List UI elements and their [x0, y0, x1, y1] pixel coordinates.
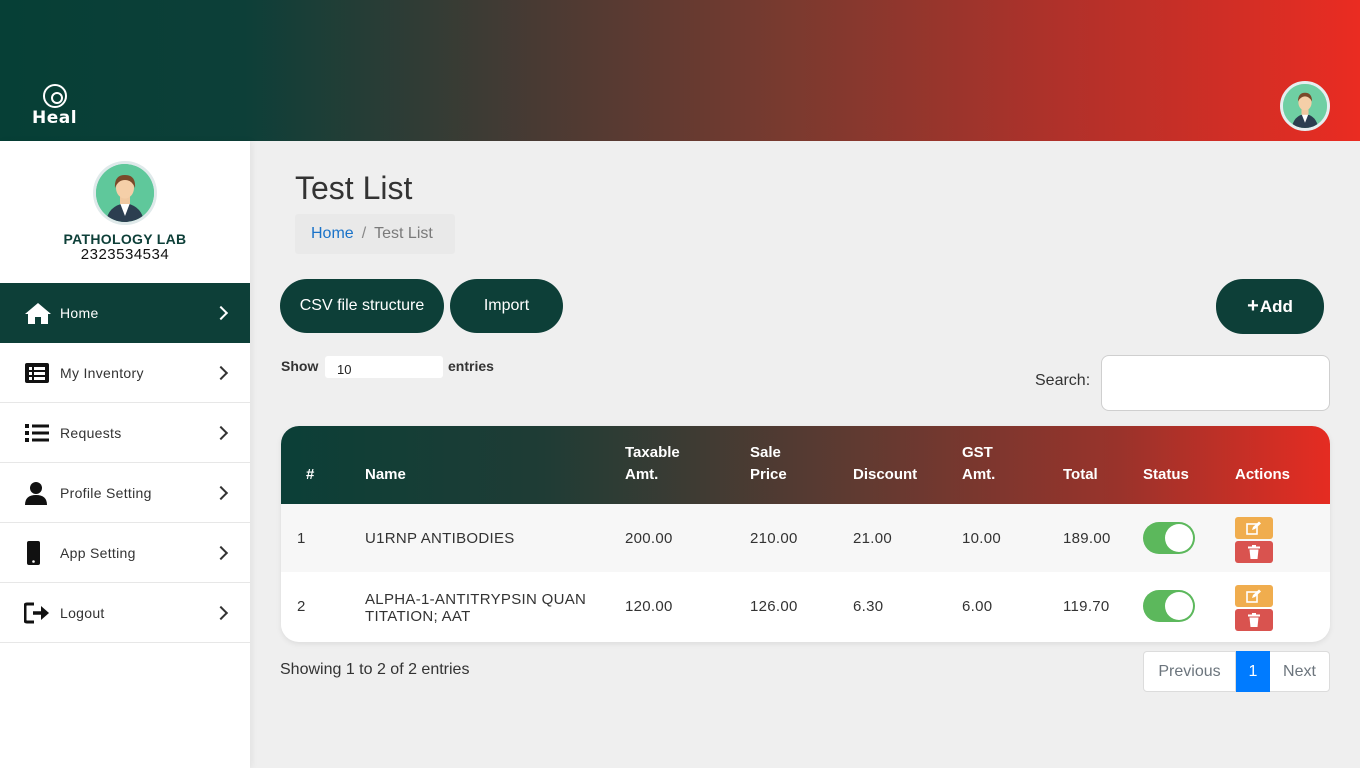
- breadcrumb-current: Test List: [374, 225, 433, 242]
- cell-gst: 6.00: [962, 598, 993, 615]
- import-button[interactable]: Import: [450, 279, 563, 333]
- chevron-right-icon: [213, 305, 229, 321]
- plus-icon: +: [1247, 295, 1259, 317]
- sidebar-item-home[interactable]: Home: [0, 283, 250, 343]
- list-icon: [24, 421, 52, 445]
- cell-name: ALPHA-1-ANTITRYPSIN QUAN TITATION; AAT: [365, 591, 587, 625]
- cell-sale-price: 126.00: [750, 598, 798, 615]
- cell-total: 189.00: [1063, 530, 1111, 547]
- csv-file-structure-button[interactable]: CSV file structure: [280, 279, 444, 333]
- table-header: # Name Taxable Amt. Sale Price Discount GS…: [281, 426, 1330, 504]
- add-button[interactable]: + Add: [1216, 279, 1324, 334]
- search-input[interactable]: [1101, 355, 1330, 411]
- logout-icon: [24, 601, 52, 625]
- header-sale-price: Sale Price: [750, 444, 787, 483]
- previous-page-button[interactable]: Previous: [1143, 651, 1236, 692]
- next-page-button[interactable]: Next: [1270, 651, 1330, 692]
- breadcrumb-home-link[interactable]: Home: [311, 225, 354, 243]
- cell-taxable: 200.00: [625, 530, 673, 547]
- edit-icon: [1246, 521, 1261, 535]
- profile-card: PATHOLOGY LAB 2323534534: [0, 141, 250, 283]
- sidebar-item-app-setting[interactable]: App Setting: [0, 523, 250, 583]
- add-label: Add: [1259, 296, 1293, 316]
- header-total: Total: [1063, 466, 1098, 483]
- sidebar-item-label: Profile Setting: [60, 484, 152, 501]
- user-avatar-icon: [96, 164, 154, 222]
- heal-logo[interactable]: Heal: [30, 84, 82, 128]
- trash-icon: [1248, 613, 1260, 627]
- pagination: Previous 1 Next: [1143, 651, 1330, 692]
- lab-phone: 2323534534: [80, 246, 170, 263]
- sidebar-item-label: My Inventory: [60, 364, 144, 381]
- logo-mark-icon: [43, 84, 67, 108]
- test-table: # Name Taxable Amt. Sale Price Discount GS…: [281, 426, 1330, 642]
- sidebar-item-label: App Setting: [60, 544, 136, 561]
- user-icon: [24, 481, 52, 505]
- header-taxable-amt: Taxable Amt.: [625, 444, 680, 483]
- user-avatar-icon: [1283, 84, 1327, 128]
- cell-total: 119.70: [1063, 598, 1110, 615]
- profile-avatar: [93, 161, 157, 225]
- cell-num: 1: [297, 530, 306, 547]
- page-1-button[interactable]: 1: [1236, 651, 1270, 692]
- chevron-right-icon: [213, 485, 229, 500]
- search-label: Search:: [1035, 372, 1091, 389]
- header-status: Status: [1143, 466, 1189, 483]
- cell-discount: 21.00: [853, 530, 893, 547]
- cell-num: 2: [297, 598, 306, 615]
- delete-button[interactable]: [1235, 541, 1273, 563]
- sidebar-item-label: Home: [60, 305, 99, 321]
- sidebar: PATHOLOGY LAB 2323534534 Home My Invento…: [0, 141, 250, 768]
- page-title: Test List: [295, 170, 413, 206]
- chevron-right-icon: [213, 365, 229, 380]
- cell-discount: 6.30: [853, 598, 884, 615]
- delete-button[interactable]: [1235, 609, 1273, 631]
- entries-label: entries: [448, 358, 494, 374]
- sidebar-item-label: Logout: [60, 604, 105, 621]
- entries-per-page-select[interactable]: [325, 356, 443, 378]
- edit-icon: [1246, 589, 1261, 603]
- sidebar-item-requests[interactable]: Requests: [0, 403, 250, 463]
- top-header: Heal: [0, 0, 1360, 141]
- chevron-right-icon: [213, 425, 229, 440]
- header-discount: Discount: [853, 466, 918, 483]
- sidebar-item-profile-setting[interactable]: Profile Setting: [0, 463, 250, 523]
- header-gst-amt: GST Amt.: [962, 444, 996, 483]
- lab-name: PATHOLOGY LAB: [63, 231, 187, 247]
- edit-button[interactable]: [1235, 517, 1273, 539]
- breadcrumb-separator: /: [361, 225, 367, 242]
- cell-name: U1RNP ANTIBODIES: [365, 530, 515, 547]
- status-toggle[interactable]: [1143, 522, 1195, 554]
- sidebar-item-label: Requests: [60, 424, 122, 441]
- table-info: Showing 1 to 2 of 2 entries: [280, 661, 470, 678]
- sidebar-item-logout[interactable]: Logout: [0, 583, 250, 643]
- header-actions: Actions: [1235, 466, 1291, 483]
- sidebar-nav: Home My Inventory Requests Profile Setti…: [0, 283, 250, 643]
- show-label: Show: [281, 358, 319, 374]
- header-name: Name: [365, 466, 406, 483]
- status-toggle[interactable]: [1143, 590, 1195, 622]
- sidebar-item-my-inventory[interactable]: My Inventory: [0, 343, 250, 403]
- inventory-list-icon: [24, 361, 52, 385]
- home-icon: [24, 301, 52, 325]
- chevron-right-icon: [213, 605, 229, 620]
- mobile-icon: [24, 540, 52, 565]
- edit-button[interactable]: [1235, 585, 1273, 607]
- logo-text: Heal: [32, 108, 78, 128]
- table-row: 1 U1RNP ANTIBODIES 200.00 210.00 21.00 1…: [281, 504, 1330, 572]
- table-row: 2 ALPHA-1-ANTITRYPSIN QUAN TITATION; AAT …: [281, 572, 1330, 640]
- cell-gst: 10.00: [962, 530, 1002, 547]
- cell-sale-price: 210.00: [750, 530, 798, 547]
- trash-icon: [1248, 545, 1260, 559]
- cell-taxable: 120.00: [625, 598, 673, 615]
- header-user-avatar[interactable]: [1280, 81, 1330, 131]
- breadcrumb: Home / Test List: [295, 214, 455, 254]
- header-num: #: [306, 466, 315, 483]
- chevron-right-icon: [213, 545, 229, 560]
